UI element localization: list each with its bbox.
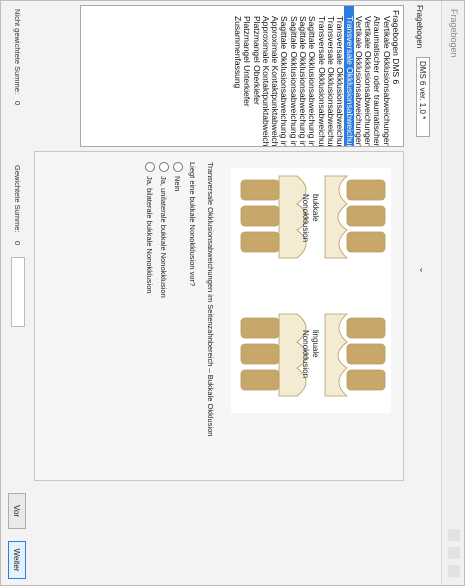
radio-button[interactable] [173,162,183,172]
tree-item[interactable]: Transversale Okklusionsabweichur [344,6,355,147]
next-button[interactable]: Weiter [8,541,26,579]
weighted-sum-value: 0 [13,241,22,246]
lingual-label-1: linguale [311,330,320,358]
left-teeth-upper [324,175,386,259]
questionnaire-label: Fragebogen [415,5,424,49]
occlusion-illustration: bukkale Nonokklusion linguale Nonokklusi… [231,168,391,413]
tree-item[interactable]: Transversale Okklusionsabweichur [335,6,345,147]
tree-item[interactable]: Atraumatischer oder traumatischer [372,6,382,146]
lingual-label-2: Nonokklusion [301,330,310,378]
tree-item[interactable]: Transversale Okklusionsabweichur [316,6,327,147]
weighted-sum-label: Gewichtete Summe: [13,165,22,233]
unweighted-sum-value: 0 [13,101,22,106]
option-no[interactable]: Nein [173,162,183,191]
tree-item[interactable]: Sagittale Okklusionsabweichung in [288,6,299,147]
radio-button[interactable] [159,162,169,172]
tree-item[interactable]: Zusammenfassung [233,6,243,146]
section-tree[interactable]: Fragebogen DMS 6 Vertikale Okklusionsabwe… [80,5,404,147]
maximize-icon[interactable] [448,547,460,559]
question-title: Transversale Okklusionsabweichungen im S… [206,162,215,437]
title-bar: Fragebogen [441,1,464,585]
weighted-sum-field [11,257,25,327]
tree-item[interactable]: Transversale Okklusionsabweichur [326,6,336,147]
tree-item[interactable]: Platzmangel Oberkiefer [251,6,262,146]
option-label: Ja, bilaterale bukkale Nonokklusion [145,176,155,294]
question-prompt: Liegt eine bukkale Nonokklusion vor? [188,162,197,287]
buccal-label-2: Nonokklusion [301,194,310,242]
tree-item[interactable]: Vertikale Okklusionsabweichungen [363,6,373,147]
tree-item[interactable]: Platzmangel Unterkiefer [242,6,252,146]
question-panel: bukkale Nonokklusion linguale Nonokklusi… [34,151,404,481]
tree-item[interactable]: Vertikale Okklusionsabweichungen [381,6,392,147]
tree-item[interactable]: Approximale Kontaktpunktabweich [261,6,271,146]
questionnaire-selector-row: Fragebogen DMS 6 ver. 1.0 * ⌄ [412,5,430,274]
right-teeth-lower [240,313,308,397]
tree-item[interactable]: Approximale Kontaktpunktabweich [270,6,280,146]
tree-item[interactable]: Sagittale Okklusionsabweichung in [298,6,308,147]
buccal-label-1: bukkale [311,194,320,222]
minimize-icon[interactable] [448,529,460,541]
close-icon[interactable] [448,565,460,577]
questionnaire-select[interactable]: DMS 6 ver. 1.0 * [416,57,430,137]
option-label: Nein [173,176,183,192]
tree-item[interactable]: Fragebogen DMS 6 [391,6,401,146]
radio-button[interactable] [145,162,155,172]
tree-item[interactable]: Sagittale Okklusionsabweichung in [307,6,317,147]
unweighted-sum-label: Nicht gewichtete Summe: [13,9,22,95]
footer-bar: Nicht gewichtete Summe: 0 Gewichtete Sum… [4,5,28,581]
chevron-down-icon[interactable]: ⌄ [416,263,430,277]
questionnaire-window: Fragebogen Fragebogen DMS 6 ver. 1.0 * ⌄… [0,0,465,586]
tree-item[interactable]: Sagittale Okklusionsabweichung in [279,6,289,147]
option-bilateral[interactable]: Ja, bilaterale bukkale Nonokklusion [145,162,155,294]
window-title: Fragebogen [449,9,459,58]
tree-item[interactable]: Vertikale Okklusionsabweichungen [354,6,364,147]
side-panel [34,487,404,579]
back-button[interactable]: Vor [8,493,26,529]
right-teeth-upper [324,313,386,397]
option-unilateral[interactable]: Ja, unilaterale bukkale Nonokklusion [159,162,169,298]
left-teeth-lower [240,175,308,259]
option-label: Ja, unilaterale bukkale Nonokklusion [159,176,169,298]
